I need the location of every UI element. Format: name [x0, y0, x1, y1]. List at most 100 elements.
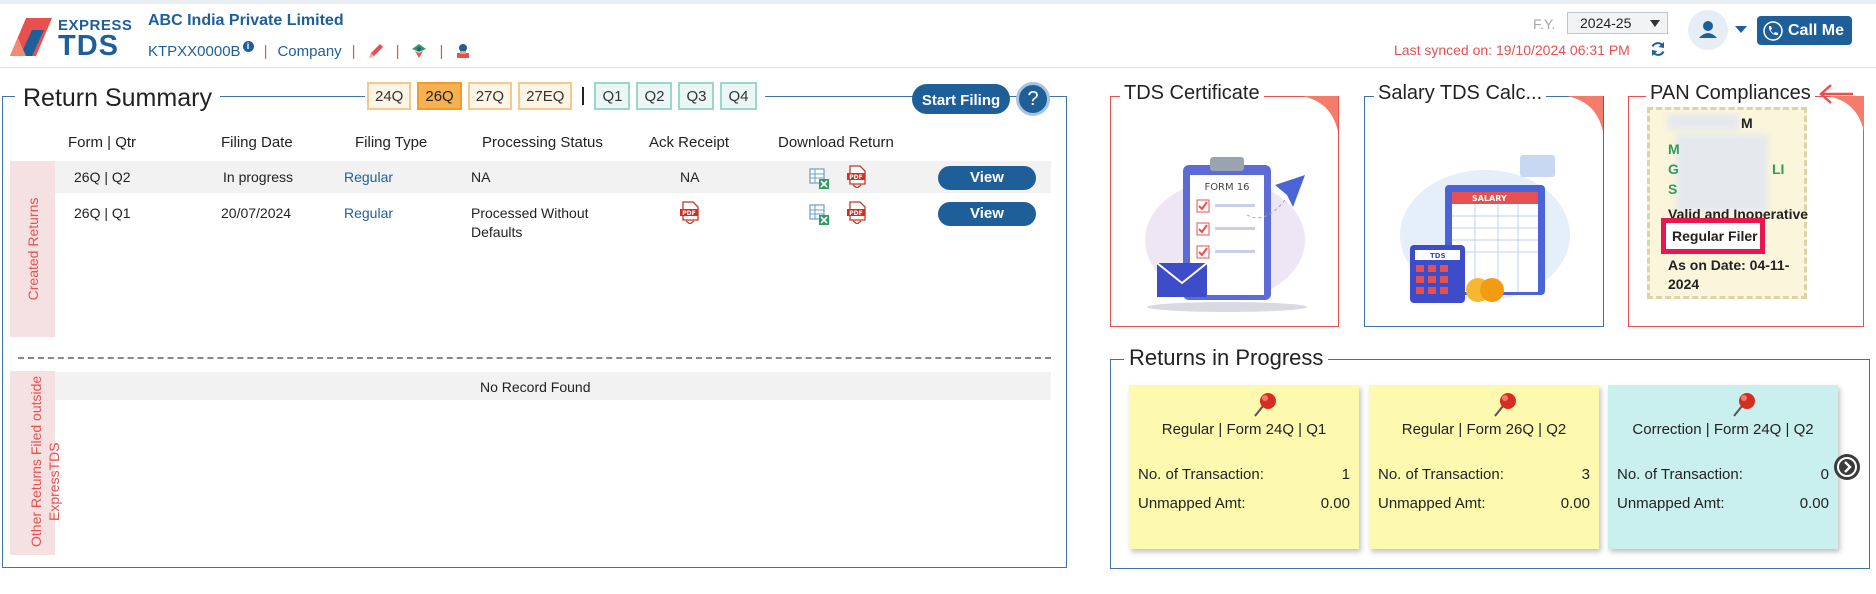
tab-form-27eq[interactable]: 27EQ — [518, 82, 573, 110]
fy-select[interactable]: 2024-25 — [1567, 12, 1668, 34]
card-corner-icon — [1567, 96, 1603, 132]
txn-label: No. of Transaction: — [1138, 466, 1264, 483]
tan-number: KTPXX0000B — [148, 42, 241, 60]
refresh-icon[interactable] — [1649, 40, 1667, 58]
note-title: Regular | Form 24Q | Q1 — [1161, 421, 1327, 438]
txn-label: No. of Transaction: — [1378, 466, 1504, 483]
tan-row: KTPXX0000B i | Company | | | — [148, 40, 473, 62]
tab-quarter-q1[interactable]: Q1 — [594, 82, 631, 110]
view-button[interactable]: View — [938, 166, 1036, 190]
row-form-qtr: 26Q | Q2 — [74, 169, 131, 185]
created-returns-text: Created Returns — [24, 197, 41, 301]
company-link[interactable]: Company — [277, 43, 341, 60]
txn-value: 0 — [1820, 466, 1829, 483]
regular-filer-badge: Regular Filer — [1661, 218, 1765, 254]
svg-text:PDF: PDF — [849, 174, 862, 181]
logo-mark-icon — [10, 18, 52, 56]
unmapped-label: Unmapped Amt: — [1378, 495, 1486, 512]
info-icon[interactable]: i — [242, 40, 254, 52]
app-header: EXPRESS TDS ABC India Private Limited KT… — [0, 4, 1876, 68]
user-icon — [1699, 21, 1717, 38]
masked-name-letter: LI — [1772, 161, 1785, 177]
user-menu-caret-icon[interactable] — [1735, 26, 1747, 33]
col-ack-receipt: Ack Receipt — [649, 134, 730, 151]
card-corner-icon — [1302, 96, 1338, 132]
start-filing-button[interactable]: Start Filing — [912, 84, 1010, 114]
unmapped-label: Unmapped Amt: — [1138, 495, 1246, 512]
view-button[interactable]: View — [938, 202, 1036, 226]
other-returns-label: Other Returns Filed outside ExpressTDS — [10, 371, 62, 555]
separator: | — [351, 42, 356, 60]
unmapped-value: 0.00 — [1320, 495, 1350, 512]
download-pdf-icon[interactable]: PDF — [845, 200, 869, 224]
arrow-left-icon — [1819, 84, 1853, 104]
col-download-return: Download Return — [778, 134, 894, 151]
row-filing-date: 20/07/2024 — [221, 205, 292, 221]
chevron-right-icon — [1837, 457, 1857, 477]
unmapped-value: 0.00 — [1799, 495, 1829, 512]
fy-value: 2024-25 — [1580, 15, 1632, 31]
created-returns-label: Created Returns — [10, 161, 55, 337]
progress-note-card[interactable]: Correction | Form 24Q | Q2 No. of Transa… — [1608, 385, 1838, 549]
phone-icon — [1763, 20, 1783, 41]
call-me-button[interactable]: Call Me — [1757, 16, 1852, 45]
tab-quarter-q4[interactable]: Q4 — [720, 82, 757, 110]
progress-note-card[interactable]: Regular | Form 24Q | Q1 No. of Transacti… — [1129, 385, 1359, 549]
col-filing-date: Filing Date — [221, 134, 293, 151]
form16-text: FORM 16 — [1204, 182, 1249, 193]
row-filing-type-link[interactable]: Regular — [344, 205, 393, 221]
income-tax-emblem-icon[interactable] — [453, 41, 473, 61]
user-avatar[interactable] — [1688, 10, 1728, 50]
pushpin-icon — [1494, 393, 1516, 417]
row-ack-receipt: NA — [680, 169, 700, 185]
gst-emblem-icon[interactable] — [409, 41, 429, 61]
edit-pencil-icon[interactable] — [366, 41, 386, 61]
carousel-next-button[interactable] — [1834, 454, 1860, 480]
pushpin-icon — [1254, 393, 1276, 417]
tab-quarter-q2[interactable]: Q2 — [636, 82, 673, 110]
tab-form-24q[interactable]: 24Q — [367, 82, 412, 110]
help-button[interactable]: ? — [1016, 82, 1050, 116]
txn-value: 3 — [1581, 466, 1590, 483]
download-pdf-icon[interactable]: PDF — [845, 164, 869, 188]
form-quarter-tabs: 24Q 26Q 27Q 27EQ Q1 Q2 Q3 Q4 — [365, 82, 765, 110]
table-row — [55, 161, 1051, 193]
pan-as-on-date-cont: 2024 — [1668, 276, 1700, 292]
note-title: Regular | Form 26Q | Q2 — [1401, 421, 1567, 438]
download-excel-icon[interactable] — [807, 202, 831, 226]
expresstds-logo[interactable]: EXPRESS TDS — [8, 14, 132, 61]
progress-note-card[interactable]: Regular | Form 26Q | Q2 No. of Transacti… — [1369, 385, 1599, 549]
tds-text: TDS — [1430, 252, 1446, 260]
row-filing-type-link[interactable]: Regular — [344, 169, 393, 185]
txn-label: No. of Transaction: — [1617, 466, 1743, 483]
tab-quarter-q3[interactable]: Q3 — [678, 82, 715, 110]
col-processing-status: Processing Status — [482, 134, 603, 151]
masked-pan-number — [1667, 114, 1739, 130]
svg-text:PDF: PDF — [849, 210, 862, 217]
row-processing-status: Processed Without — [471, 205, 589, 221]
returns-in-progress-title: Returns in Progress — [1124, 345, 1329, 371]
tab-divider — [582, 87, 585, 105]
pushpin-icon — [1733, 393, 1755, 417]
txn-value: 1 — [1341, 466, 1350, 483]
row-filing-date: In progress — [223, 169, 294, 185]
svg-text:PDF: PDF — [682, 210, 695, 217]
tab-form-26q[interactable]: 26Q — [417, 82, 462, 110]
return-summary-title: Return Summary — [15, 84, 220, 113]
last-synced-text: Last synced on: 19/10/2024 06:31 PM — [1394, 42, 1630, 58]
form16-illustration-icon: FORM 16 — [1145, 157, 1307, 312]
salary-text: SALARY — [1472, 194, 1507, 203]
chevron-down-icon — [1650, 20, 1660, 27]
tab-form-27q[interactable]: 27Q — [467, 82, 513, 110]
ack-receipt-pdf-icon[interactable]: PDF — [678, 200, 702, 224]
download-excel-icon[interactable] — [807, 166, 831, 190]
unmapped-value: 0.00 — [1560, 495, 1590, 512]
masked-name-letter: S — [1668, 181, 1678, 197]
company-name: ABC India Private Limited — [148, 12, 344, 29]
separator: | — [395, 42, 400, 60]
masked-holder-name — [1676, 134, 1768, 212]
col-form-qtr: Form | Qtr — [68, 134, 137, 151]
pan-as-on-date: As on Date: 04-11- — [1668, 257, 1790, 273]
pan-compliances-title: PAN Compliances — [1646, 82, 1815, 105]
fy-label: F.Y. — [1533, 16, 1556, 32]
